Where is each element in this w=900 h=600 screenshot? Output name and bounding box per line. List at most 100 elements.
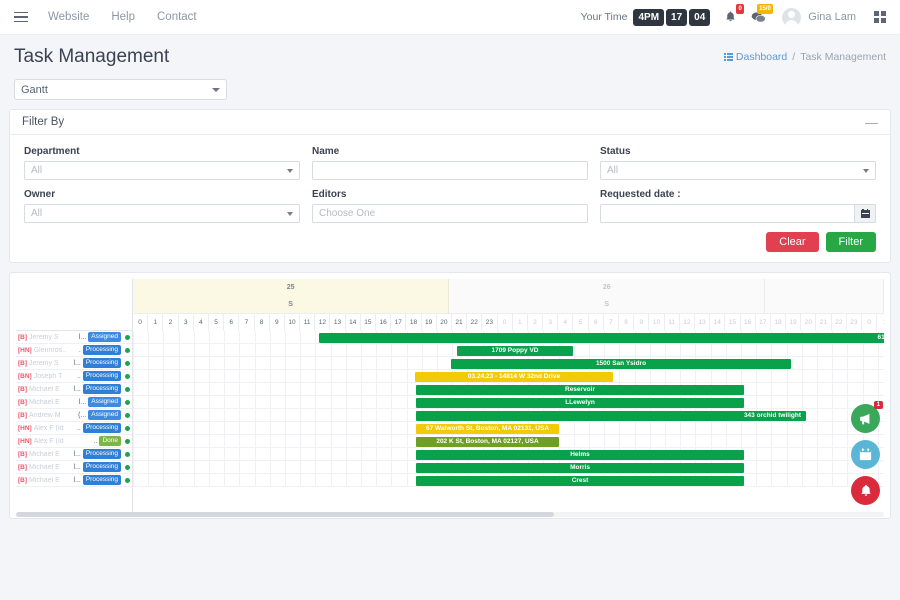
department-value: All [31,165,43,176]
notifications-button[interactable]: 0 [724,4,745,24]
timeline-hour-cell: 4 [193,313,209,331]
task-status-badge[interactable]: Processing [82,461,121,473]
calendar-fab[interactable] [851,440,880,469]
requested-date-input[interactable] [600,204,876,223]
gantt-bar[interactable]: 6180 Aldama [319,332,884,343]
task-ref: l... [78,333,87,341]
collapse-toggle-icon[interactable]: — [865,116,878,129]
date-picker-button[interactable] [854,204,876,223]
task-ref: l... [73,359,81,367]
task-row[interactable]: [HN] Alex F (Id.. Done [16,435,132,448]
timeline-weekday-cell: S [449,296,766,313]
task-row[interactable]: [BN] Joseph T.. Processing [16,370,132,383]
gantt-bar[interactable]: 03.24.23 - 14814 W 32nd Drive [415,371,613,382]
task-status-badge[interactable]: Processing [82,383,121,395]
filter-card-header: Filter By — [10,110,890,135]
breadcrumb-dashboard-link[interactable]: Dashboard [723,51,787,63]
gantt-bar[interactable]: 343 orchid twilight [416,410,806,421]
hamburger-menu-icon[interactable] [14,11,28,23]
gantt-bar[interactable]: 1500 San Ysidro [451,358,791,369]
task-status-badge[interactable]: Assigned [88,331,121,343]
task-row[interactable]: [B] Michael E l... Processing [16,448,132,461]
gantt-bar[interactable]: 1709 Poppy VD [457,345,573,356]
task-tag: [B] [18,450,28,458]
gantt-bar[interactable]: Crest [416,475,744,486]
your-time-label: Your Time [580,11,628,23]
task-ref: l... [78,398,87,406]
task-row[interactable]: [B] Andrew M (... Assigned [16,409,132,422]
timeline-hour-cell: 14 [345,313,361,331]
task-status-badge[interactable]: Processing [82,448,121,460]
task-status-badge[interactable]: Processing [82,344,121,356]
filter-field-requested-date: Requested date : [600,189,876,223]
editors-input[interactable]: Choose One [312,204,588,223]
task-ref: .. [93,437,98,445]
filter-row-1: Department All Name Status All [24,146,876,180]
messages-button[interactable]: 15/0 [751,4,774,24]
task-row[interactable]: [HN] Alex F (Id.. Processing [16,422,132,435]
status-dot-icon [125,347,130,353]
announcements-badge: 1 [873,401,883,409]
task-row[interactable]: [B] Jeremy S l... Assigned [16,331,132,344]
timeline-hour-cell: 0 [497,313,513,331]
task-row[interactable]: [B] Michael E l... Processing [16,474,132,487]
username-label[interactable]: Gina Lam [808,11,856,23]
gantt-bar[interactable]: 67 Walworth St, Boston, MA 02131, USA [416,423,559,434]
nav-link-contact[interactable]: Contact [157,11,197,23]
horizontal-scrollbar[interactable] [16,512,884,517]
task-status-badge[interactable]: Assigned [88,396,121,408]
gantt-row: Crest [133,474,884,487]
task-row[interactable]: [B] Michael E l... Processing [16,461,132,474]
gantt-bar[interactable]: Helms [416,449,744,460]
nav-link-help[interactable]: Help [111,11,135,23]
timeline-hour-cell: 3 [178,313,194,331]
gantt-bar[interactable]: LLewelyn [416,397,744,408]
timeline-hour-cell: 23 [482,313,498,331]
task-status-badge[interactable]: Processing [82,474,121,486]
view-mode-value: Gantt [21,83,48,96]
app-grid-icon[interactable] [874,11,886,23]
filter-card: Filter By — Department All Name Status A… [9,109,891,263]
alerts-fab[interactable] [851,476,880,505]
timeline-hour-cell: 18 [406,313,422,331]
calendar-icon [859,448,872,461]
gantt-task-rows: [B] Jeremy Sl... Assigned [HN] Glennros... Pr… [16,331,132,487]
task-row[interactable]: [B] Michael E l... Assigned [16,396,132,409]
gantt-chart-card: [B] Jeremy Sl... Assigned [HN] Glennros... Pr… [9,272,891,519]
task-row[interactable]: [B] Michael E l... Processing [16,383,132,396]
gantt-bar[interactable]: 202 K St, Boston, MA 02127, USA [416,436,559,447]
timeline-hour-cell: 22 [831,313,847,331]
task-status-badge[interactable]: Assigned [88,409,121,421]
messages-badge: 15/0 [756,4,774,14]
gantt-bar[interactable]: Morris [416,462,744,473]
clear-button[interactable]: Clear [766,232,819,252]
timeline-hour-cell: 12 [679,313,695,331]
view-select-container: Gantt [0,79,900,100]
nav-link-website[interactable]: Website [48,11,89,23]
task-status-badge[interactable]: Processing [82,422,121,434]
filter-button[interactable]: Filter [825,232,876,252]
timeline-hour-cell: 7 [239,313,255,331]
task-row[interactable]: [B] Jeremy S l... Processing [16,357,132,370]
department-select[interactable]: All [24,161,300,180]
view-mode-select[interactable]: Gantt [14,79,227,100]
task-tag: [BN] [18,372,32,380]
task-status-badge[interactable]: Processing [82,370,121,382]
timeline-hour-cell: 1 [512,313,528,331]
avatar[interactable] [782,7,802,27]
chevron-down-icon [863,168,869,173]
owner-select[interactable]: All [24,204,300,223]
task-status-badge[interactable]: Done [99,435,121,447]
clock-ampm: 4PM [633,8,665,26]
task-status-badge[interactable]: Processing [82,357,121,369]
status-select[interactable]: All [600,161,876,180]
gantt-task-list: [B] Jeremy Sl... Assigned [HN] Glennros... Pr… [16,279,133,512]
task-owner-name: Alex F (Id [33,437,64,445]
task-ref: .. [76,372,81,380]
announcements-fab[interactable]: 1 [851,401,883,433]
gantt-bar[interactable]: Reservoir [416,384,744,395]
name-input[interactable] [312,161,588,180]
scrollbar-thumb[interactable] [16,512,555,517]
task-tag: [HN] [18,437,32,445]
task-row[interactable]: [HN] Glennros... Processing [16,344,132,357]
